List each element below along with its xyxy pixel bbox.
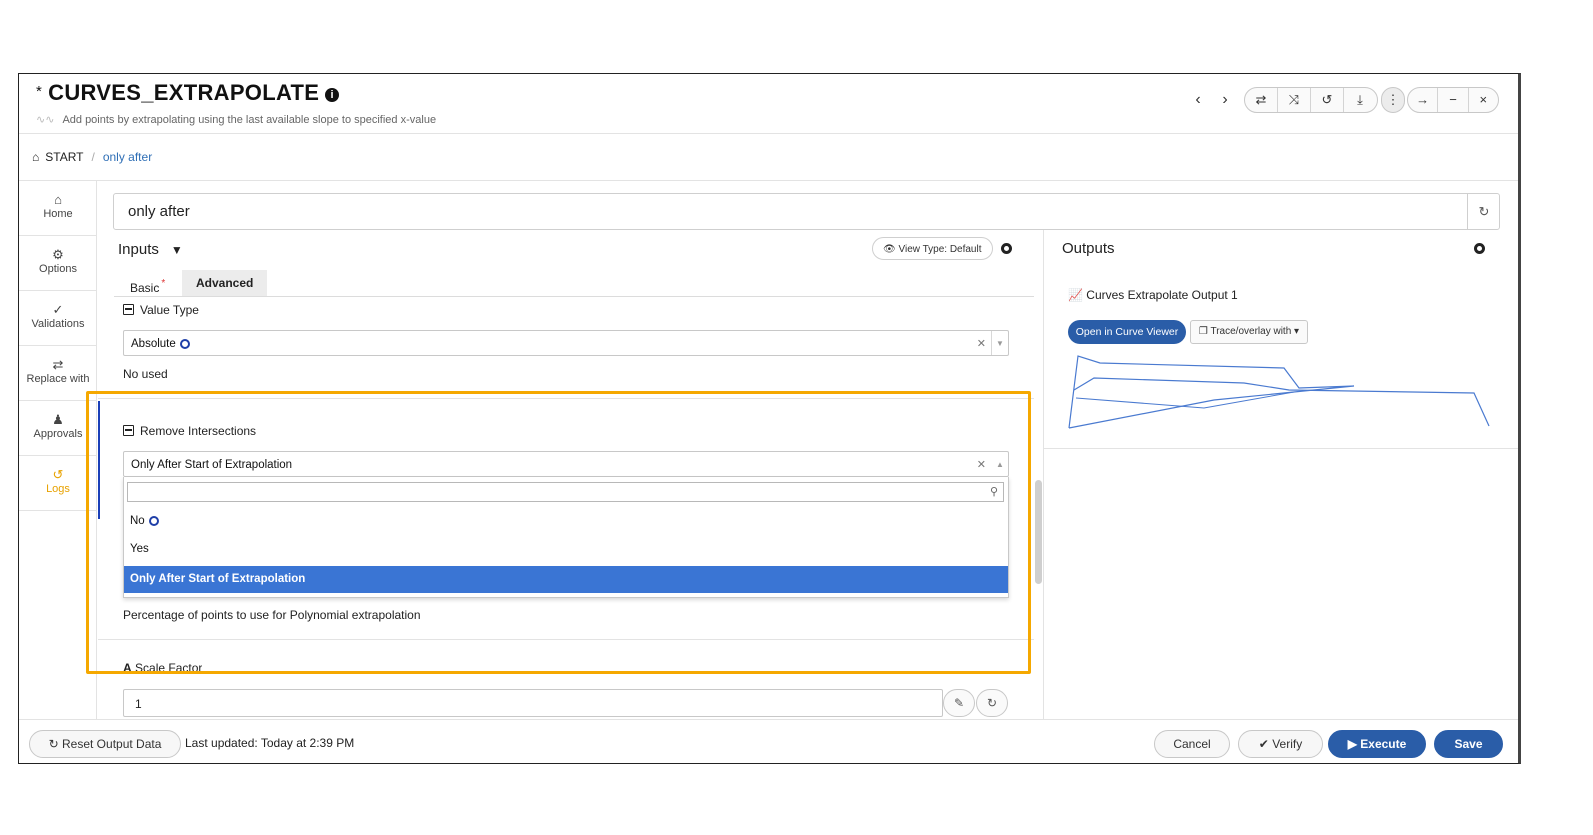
close-icon[interactable]: × (1469, 88, 1498, 112)
node-name-input[interactable]: only after (113, 193, 1500, 230)
curve-glyph-icon: ∿∿ (36, 114, 55, 126)
more-vertical-icon[interactable]: ⋮ (1382, 88, 1404, 112)
subtitle-text: Add points by extrapolating using the la… (62, 114, 437, 126)
trace-label: Trace/overlay with (1210, 326, 1292, 337)
previous-icon[interactable]: ‹ (1189, 87, 1207, 113)
last-updated-text: Last updated: Today at 2:39 PM (185, 736, 355, 750)
reset-output-button[interactable]: ↻ Reset Output Data (29, 730, 181, 758)
curve-line-outer (1068, 355, 1355, 429)
more-menu: ⋮ (1381, 87, 1405, 113)
reset-label: Reset Output Data (62, 737, 162, 751)
trace-overlay-button[interactable]: ❐ Trace/overlay with ▾ (1190, 320, 1308, 344)
highlight-box (86, 391, 1031, 674)
gear-icon: ⚙ (52, 247, 64, 262)
value-type-help: No used (123, 367, 168, 381)
minimize-icon[interactable]: − (1438, 88, 1469, 112)
verify-label: Verify (1272, 737, 1303, 751)
sidebar-item-options[interactable]: ⚙ Options (19, 236, 97, 291)
curve-line-inner (1073, 377, 1490, 427)
refresh-icon[interactable]: ↻ (1467, 193, 1500, 230)
outputs-panel (1043, 230, 1518, 719)
cancel-button[interactable]: Cancel (1154, 730, 1230, 758)
caret-down-icon: ▾ (1294, 326, 1300, 337)
refresh-icon[interactable]: ↻ (976, 689, 1008, 717)
check-circle-icon: ✔ (1258, 737, 1269, 751)
save-button[interactable]: Save (1434, 730, 1503, 758)
view-type-label: View Type: Default (898, 244, 982, 255)
inputs-scrollbar[interactable] (1035, 480, 1042, 584)
scale-factor-input[interactable]: 1 (123, 689, 943, 717)
value-type-selected: Absolute (131, 338, 176, 350)
view-type-button[interactable]: 👁 View Type: Default (872, 237, 993, 260)
tab-advanced[interactable]: Advanced (182, 270, 268, 297)
swap-icon: ⇄ (52, 357, 64, 372)
tab-basic[interactable]: Basic * (116, 270, 179, 297)
curve-preview (1068, 355, 1490, 429)
sidebar-item-validations[interactable]: ✓ Validations (19, 291, 97, 346)
modified-marker: * (36, 83, 43, 100)
tabs-divider (114, 296, 1034, 297)
outputs-settings-icon[interactable] (1474, 243, 1485, 254)
execute-label: Execute (1360, 737, 1407, 751)
breadcrumb-separator: / (91, 150, 95, 164)
verify-button[interactable]: ✔ Verify (1238, 730, 1323, 758)
open-curve-viewer-button[interactable]: Open in Curve Viewer (1068, 320, 1186, 344)
sidebar-item-label: Logs (46, 483, 70, 495)
home-icon: ⌂ (54, 192, 62, 207)
inputs-heading: Inputs ▼ (118, 241, 183, 258)
clear-icon[interactable]: ✕ (977, 331, 986, 357)
execute-button[interactable]: ▶ Execute (1328, 730, 1426, 758)
page-subtitle: ∿∿ Add points by extrapolating using the … (36, 113, 436, 126)
swap-icon[interactable]: ⇄ (1245, 88, 1278, 112)
refresh-icon: ↻ (48, 737, 59, 751)
tab-label: Advanced (196, 276, 254, 290)
footer-divider (19, 719, 1518, 720)
title-text: CURVES_EXTRAPOLATE (48, 80, 320, 105)
output-item-label: Curves Extrapolate Output 1 (1086, 288, 1238, 302)
sidebar-item-label: Approvals (33, 428, 83, 440)
divider (1044, 448, 1518, 449)
required-marker: * (161, 278, 166, 289)
eye-icon: 👁 (883, 244, 896, 255)
value-type-select[interactable]: Absolute ✕ ▼ (123, 330, 1009, 356)
breadcrumb: ⌂ START / only after (32, 150, 152, 164)
value-type-section[interactable]: Value Type (123, 303, 199, 317)
play-icon: ▶ (1347, 737, 1357, 751)
sidebar-item-label: Replace with (26, 373, 90, 385)
shuffle-icon[interactable]: ⤨ (1278, 88, 1311, 112)
collapse-icon (123, 304, 134, 315)
default-marker-icon (179, 339, 190, 349)
sidebar-item-home[interactable]: ⌂ Home (19, 181, 97, 236)
home-icon[interactable]: ⌂ (32, 150, 39, 164)
sidebar-item-label: Validations (31, 318, 85, 330)
output-item: 📈 Curves Extrapolate Output 1 (1068, 288, 1238, 302)
inputs-settings-icon[interactable] (1001, 243, 1012, 254)
sidebar-item-label: Options (39, 263, 77, 275)
value-type-label: Value Type (140, 303, 199, 317)
toolbar-actions: ⇄ ⤨ ↺ ⤓ (1244, 87, 1378, 113)
forward-icon[interactable]: → (1408, 88, 1439, 112)
chevron-down-icon[interactable]: ▼ (991, 331, 1008, 355)
sidebar-item-label: Home (43, 208, 73, 220)
line-chart-icon: 📈 (1068, 288, 1083, 302)
check-icon: ✓ (52, 302, 64, 317)
download-icon[interactable]: ⤓ (1344, 88, 1376, 112)
breadcrumb-root[interactable]: START (45, 150, 83, 164)
undo-icon[interactable]: ↺ (1311, 88, 1344, 112)
layers-icon: ❐ (1198, 326, 1208, 337)
filter-icon[interactable]: ▼ (171, 243, 183, 257)
attach-icon[interactable]: ✎ (943, 689, 975, 717)
next-icon[interactable]: › (1216, 87, 1234, 113)
breadcrumb-current[interactable]: only after (103, 150, 152, 164)
tab-label: Basic (130, 281, 160, 295)
inputs-title: Inputs (118, 241, 159, 258)
info-icon[interactable]: i (325, 88, 340, 102)
page-title: * CURVES_EXTRAPOLATE i (36, 80, 340, 106)
divider (19, 180, 1518, 181)
window-controls: → − × (1407, 87, 1499, 113)
outputs-title: Outputs (1062, 240, 1115, 257)
